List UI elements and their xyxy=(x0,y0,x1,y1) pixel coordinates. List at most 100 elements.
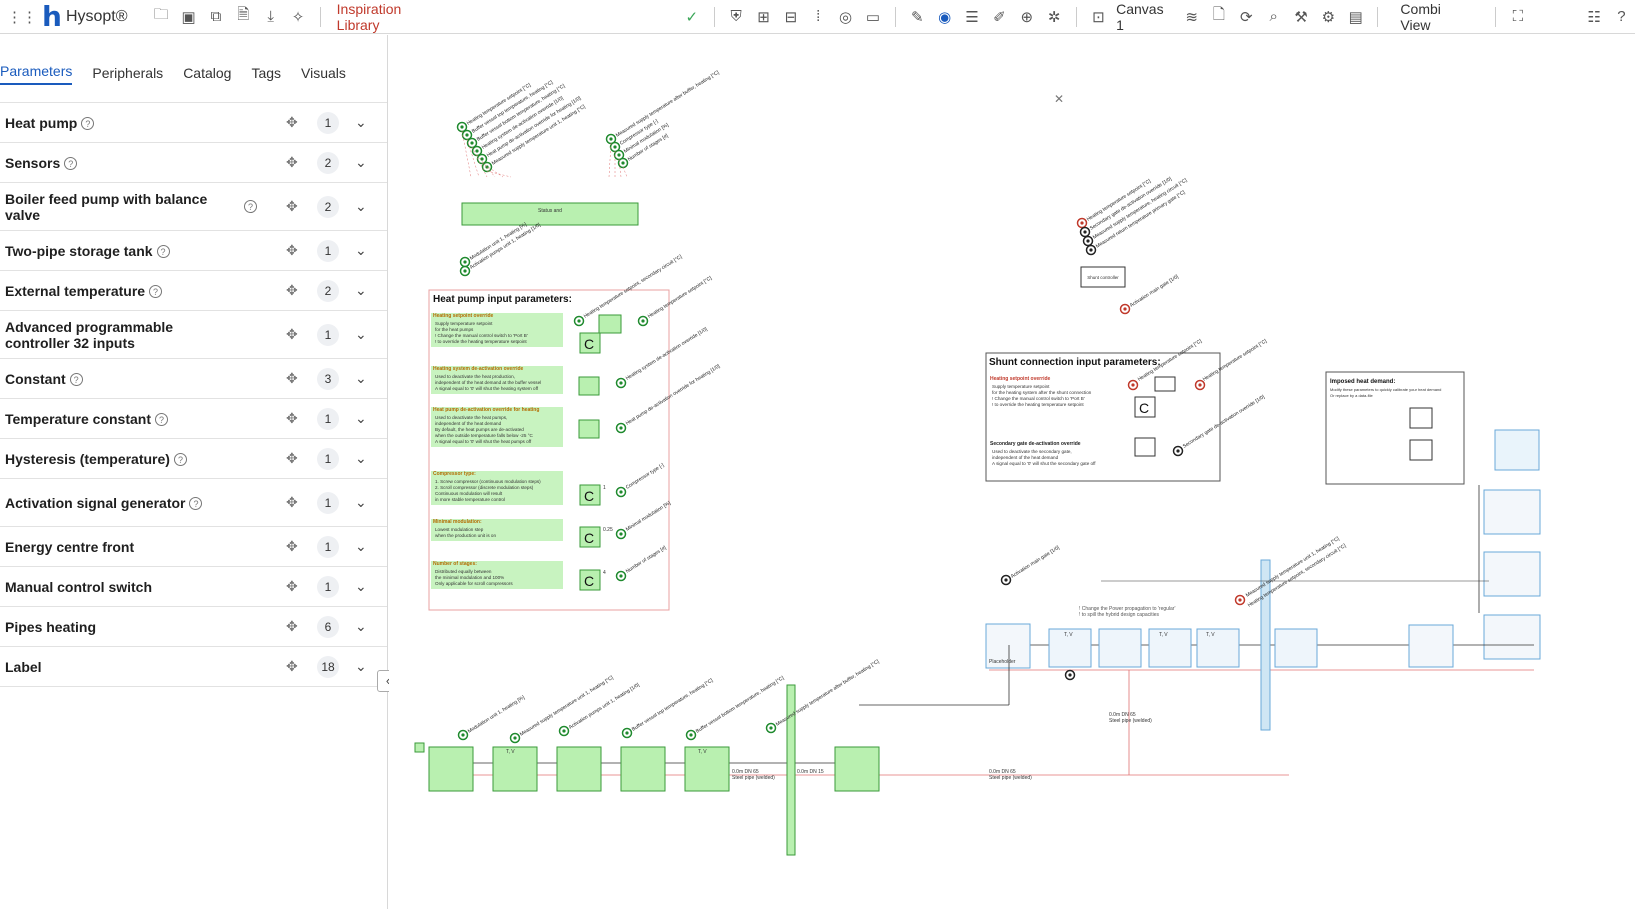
parameter-row[interactable]: Activation signal generator? ✥ 1 ⌄ xyxy=(0,479,387,527)
parameter-row[interactable]: Manual control switch ✥ 1 ⌄ xyxy=(0,567,387,607)
app-brand[interactable]: h Hysopt® xyxy=(42,0,128,33)
tab-peripherals[interactable]: Peripherals xyxy=(92,65,163,85)
toolbox-icon[interactable]: ⊟ xyxy=(777,0,804,34)
chevron-down-icon[interactable]: ⌄ xyxy=(355,658,367,675)
locate-icon[interactable]: ✥ xyxy=(286,242,298,259)
chevron-down-icon[interactable]: ⌄ xyxy=(355,494,367,511)
document-icon[interactable]: 🗋 xyxy=(1205,0,1232,34)
help-icon[interactable]: ? xyxy=(189,497,203,511)
wrench-icon[interactable]: ⚒ xyxy=(1287,0,1314,34)
locate-icon[interactable]: ✥ xyxy=(286,326,298,343)
copy-icon[interactable]: ⧉ xyxy=(202,0,229,34)
chevron-down-icon[interactable]: ⌄ xyxy=(355,618,367,635)
search-icon[interactable]: ⌕ xyxy=(1260,0,1287,34)
help-icon[interactable]: ? xyxy=(173,453,187,467)
edit-icon[interactable]: ✎ xyxy=(904,0,931,34)
parameter-row[interactable]: Sensors? ✥ 2 ⌄ xyxy=(0,143,387,183)
design-canvas[interactable]: Heating temperature setpoint [°C] Buffer … xyxy=(389,35,1635,909)
signal-port-dot xyxy=(1068,673,1072,677)
sliders-icon[interactable]: ☰ xyxy=(958,0,985,34)
parameter-row[interactable]: Boiler feed pump with balance valve? ✥ 2 ⌄ xyxy=(0,183,387,231)
locate-icon[interactable]: ✥ xyxy=(286,114,298,131)
parameter-row[interactable]: Constant? ✥ 3 ⌄ xyxy=(0,359,387,399)
parameter-row[interactable]: Energy centre front ✥ 1 ⌄ xyxy=(0,527,387,567)
apps-icon[interactable]: ⋮⋮ xyxy=(7,0,37,34)
chevron-down-icon[interactable]: ⌄ xyxy=(355,578,367,595)
locate-icon[interactable]: ✥ xyxy=(286,578,298,595)
gear-icon[interactable]: ⚙ xyxy=(1315,0,1342,34)
help-icon[interactable]: ? xyxy=(156,245,170,259)
parameter-label: Energy centre front xyxy=(5,538,135,555)
help-icon[interactable]: ? xyxy=(81,117,95,131)
parameter-row[interactable]: Pipes heating ✥ 6 ⌄ xyxy=(0,607,387,647)
parameter-row[interactable]: Advanced programmable controller 32 inpu… xyxy=(0,311,387,359)
chevron-down-icon[interactable]: ⌄ xyxy=(355,114,367,131)
tab-visuals[interactable]: Visuals xyxy=(301,65,346,85)
parameter-row[interactable]: Temperature constant? ✥ 1 ⌄ xyxy=(0,399,387,439)
locate-icon[interactable]: ✥ xyxy=(286,494,298,511)
notes-icon[interactable]: ▤ xyxy=(1342,0,1369,34)
canvas-selector[interactable]: Canvas 1 xyxy=(1112,1,1178,33)
count-badge: 1 xyxy=(317,447,339,470)
chevron-down-icon[interactable]: ⌄ xyxy=(355,538,367,555)
refresh-icon[interactable]: ⟳ xyxy=(1233,0,1260,34)
pen-icon[interactable]: ✐ xyxy=(986,0,1013,34)
locate-icon[interactable]: ✥ xyxy=(286,618,298,635)
constant-symbol: C xyxy=(1139,400,1149,416)
inspiration-library-link[interactable]: Inspiration Library xyxy=(329,1,454,33)
locate-icon[interactable]: ✥ xyxy=(286,282,298,299)
chevron-down-icon[interactable]: ⌄ xyxy=(355,282,367,299)
signal-port-dot xyxy=(1004,578,1008,582)
list-icon[interactable]: ☷ xyxy=(1580,0,1607,34)
help-icon[interactable]: ? xyxy=(149,285,163,299)
locate-icon[interactable]: ✥ xyxy=(286,154,298,171)
locate-icon[interactable]: ✥ xyxy=(286,198,298,215)
download-icon[interactable]: ⤓ xyxy=(257,0,284,34)
sparkle-icon[interactable]: ✧ xyxy=(284,0,311,34)
grid-dots-icon[interactable]: ⁞ xyxy=(805,0,832,34)
bug-icon[interactable]: ✲ xyxy=(1040,0,1067,34)
hydraulic-diagram[interactable]: Heating temperature setpoint [°C]Buffer … xyxy=(389,35,1635,909)
tab-tags[interactable]: Tags xyxy=(251,65,281,85)
target-icon[interactable]: ◎ xyxy=(832,0,859,34)
locate-icon[interactable]: ✥ xyxy=(286,450,298,467)
chevron-down-icon[interactable]: ⌄ xyxy=(355,242,367,259)
chevron-down-icon[interactable]: ⌄ xyxy=(355,154,367,171)
parameter-row[interactable]: Two-pipe storage tank? ✥ 1 ⌄ xyxy=(0,231,387,271)
location-icon[interactable]: ◉ xyxy=(931,0,958,34)
save-icon[interactable]: ▣ xyxy=(175,0,202,34)
parameter-row[interactable]: Label ✥ 18 ⌄ xyxy=(0,647,387,687)
parameter-row[interactable]: Hysteresis (temperature)? ✥ 1 ⌄ xyxy=(0,439,387,479)
help-icon[interactable]: ? xyxy=(64,157,78,171)
check-circle-icon[interactable]: ✓ xyxy=(678,0,705,34)
layers-icon[interactable]: ≋ xyxy=(1178,0,1205,34)
chevron-down-icon[interactable]: ⌄ xyxy=(355,410,367,427)
chevron-down-icon[interactable]: ⌄ xyxy=(355,370,367,387)
chevron-down-icon[interactable]: ⌄ xyxy=(355,326,367,343)
locate-icon[interactable]: ✥ xyxy=(286,370,298,387)
help-icon[interactable]: ? xyxy=(244,200,257,213)
network-icon[interactable]: ⛶ xyxy=(1504,0,1531,34)
tab-catalog[interactable]: Catalog xyxy=(183,65,231,85)
zoom-icon[interactable]: ⊕ xyxy=(1013,0,1040,34)
locate-icon[interactable]: ✥ xyxy=(286,658,298,675)
combi-view-button[interactable]: Combi View xyxy=(1386,1,1487,33)
parameter-row[interactable]: Heat pump? ✥ 1 ⌄ xyxy=(0,103,387,143)
tab-parameters[interactable]: Parameters xyxy=(0,63,73,85)
step-signal-block xyxy=(578,419,600,439)
locate-icon[interactable]: ✥ xyxy=(286,538,298,555)
chevron-down-icon[interactable]: ⌄ xyxy=(355,450,367,467)
help-icon[interactable]: ? xyxy=(155,413,168,427)
canvas-icon[interactable]: ⊡ xyxy=(1085,0,1112,34)
monitor-chart-icon[interactable]: ▭ xyxy=(859,0,886,34)
help-icon[interactable]: ? xyxy=(1608,0,1635,34)
count-badge: 1 xyxy=(317,111,339,134)
parameter-row[interactable]: External temperature? ✥ 2 ⌄ xyxy=(0,271,387,311)
file-settings-icon[interactable]: 🗎 xyxy=(230,0,257,34)
help-icon[interactable]: ? xyxy=(69,373,83,387)
chevron-down-icon[interactable]: ⌄ xyxy=(355,198,367,215)
folder-icon[interactable]: 🗀 xyxy=(148,0,175,34)
locate-icon[interactable]: ✥ xyxy=(286,410,298,427)
shield-icon[interactable]: ⛨ xyxy=(722,0,749,34)
compare-icon[interactable]: ⊞ xyxy=(750,0,777,34)
